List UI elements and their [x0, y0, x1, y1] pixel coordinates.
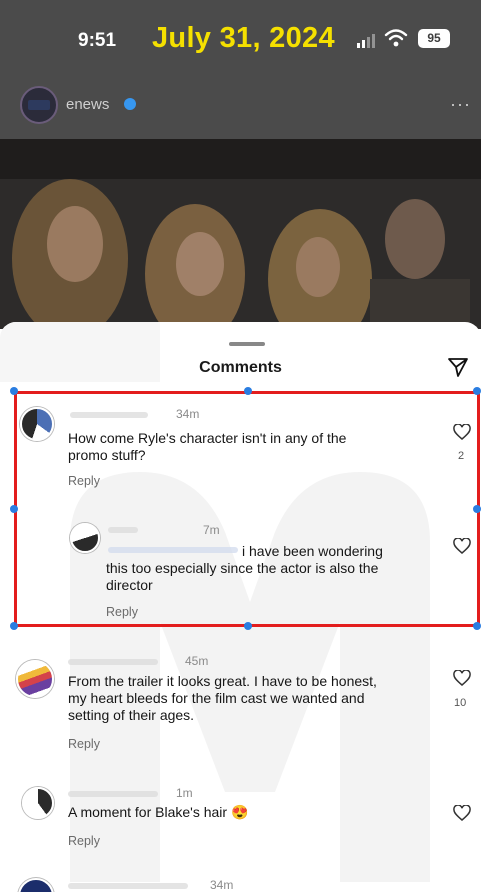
selection-handle[interactable] [10, 622, 18, 630]
battery-icon: 95 [418, 29, 450, 48]
more-dots-icon[interactable]: ··· [450, 94, 471, 115]
sheet-title: Comments [199, 359, 282, 376]
sheet-drag-handle[interactable] [229, 342, 265, 346]
post-header: enews ··· [0, 86, 481, 130]
selection-handle[interactable] [473, 387, 481, 395]
post-image [0, 139, 481, 329]
cellular-signal-icon [357, 34, 377, 48]
status-time: 9:51 [78, 30, 117, 51]
verified-icon [124, 98, 136, 110]
selection-handle[interactable] [10, 387, 18, 395]
selection-highlight-box [14, 391, 480, 627]
wifi-icon [384, 29, 408, 47]
selection-handle[interactable] [10, 505, 18, 513]
selection-handle[interactable] [473, 622, 481, 630]
selection-handle[interactable] [244, 387, 252, 395]
post-username[interactable]: enews [66, 96, 109, 113]
selection-handle[interactable] [244, 622, 252, 630]
selection-handle[interactable] [473, 505, 481, 513]
avatar[interactable] [20, 86, 58, 124]
overlay-date: July 31, 2024 [152, 22, 335, 54]
send-icon[interactable] [447, 356, 469, 378]
